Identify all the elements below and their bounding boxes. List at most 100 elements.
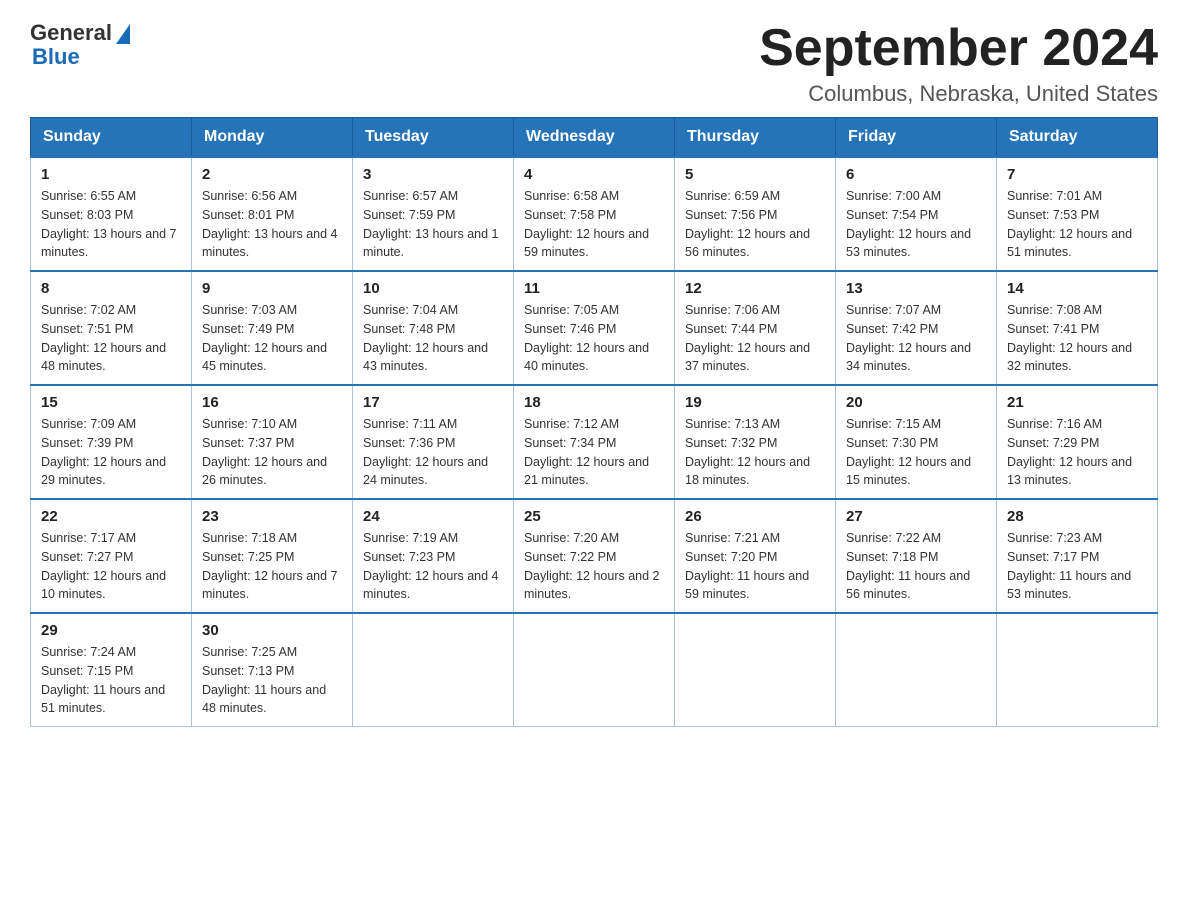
day-number: 24 (363, 508, 503, 525)
day-number: 7 (1007, 166, 1147, 183)
day-info: Sunrise: 7:22 AMSunset: 7:18 PMDaylight:… (846, 529, 986, 604)
day-info: Sunrise: 7:21 AMSunset: 7:20 PMDaylight:… (685, 529, 825, 604)
week-row-1: 1 Sunrise: 6:55 AMSunset: 8:03 PMDaylight… (31, 157, 1158, 271)
day-info: Sunrise: 7:12 AMSunset: 7:34 PMDaylight:… (524, 415, 664, 490)
day-info: Sunrise: 7:00 AMSunset: 7:54 PMDaylight:… (846, 187, 986, 262)
calendar-cell: 22 Sunrise: 7:17 AMSunset: 7:27 PMDayligh… (31, 499, 192, 613)
calendar-cell (514, 613, 675, 727)
day-info: Sunrise: 7:23 AMSunset: 7:17 PMDaylight:… (1007, 529, 1147, 604)
calendar-cell (997, 613, 1158, 727)
day-number: 4 (524, 166, 664, 183)
column-header-saturday: Saturday (997, 118, 1158, 158)
day-info: Sunrise: 7:05 AMSunset: 7:46 PMDaylight:… (524, 301, 664, 376)
day-info: Sunrise: 7:06 AMSunset: 7:44 PMDaylight:… (685, 301, 825, 376)
day-number: 25 (524, 508, 664, 525)
day-number: 15 (41, 394, 181, 411)
calendar-cell: 5Sunrise: 6:59 AMSunset: 7:56 PMDaylight… (675, 157, 836, 271)
logo-blue-text: Blue (30, 44, 80, 70)
day-info: Sunrise: 6:57 AMSunset: 7:59 PMDaylight:… (363, 187, 503, 262)
day-info: Sunrise: 6:58 AMSunset: 7:58 PMDaylight:… (524, 187, 664, 262)
calendar-cell: 28 Sunrise: 7:23 AMSunset: 7:17 PMDayligh… (997, 499, 1158, 613)
calendar-cell (353, 613, 514, 727)
day-number: 19 (685, 394, 825, 411)
day-info: Sunrise: 7:02 AMSunset: 7:51 PMDaylight:… (41, 301, 181, 376)
day-number: 23 (202, 508, 342, 525)
day-info: Sunrise: 7:09 AMSunset: 7:39 PMDaylight:… (41, 415, 181, 490)
day-info: Sunrise: 7:10 AMSunset: 7:37 PMDaylight:… (202, 415, 342, 490)
day-info: Sunrise: 7:07 AMSunset: 7:42 PMDaylight:… (846, 301, 986, 376)
day-number: 18 (524, 394, 664, 411)
day-number: 6 (846, 166, 986, 183)
day-number: 8 (41, 280, 181, 297)
column-header-thursday: Thursday (675, 118, 836, 158)
day-number: 22 (41, 508, 181, 525)
calendar-cell (836, 613, 997, 727)
calendar-cell: 17 Sunrise: 7:11 AMSunset: 7:36 PMDayligh… (353, 385, 514, 499)
calendar-cell: 3 Sunrise: 6:57 AMSunset: 7:59 PMDaylight… (353, 157, 514, 271)
calendar-cell: 9 Sunrise: 7:03 AMSunset: 7:49 PMDaylight… (192, 271, 353, 385)
day-info: Sunrise: 7:11 AMSunset: 7:36 PMDaylight:… (363, 415, 503, 490)
day-number: 1 (41, 166, 181, 183)
calendar-cell: 13 Sunrise: 7:07 AMSunset: 7:42 PMDayligh… (836, 271, 997, 385)
day-info: Sunrise: 7:19 AMSunset: 7:23 PMDaylight:… (363, 529, 503, 604)
day-number: 26 (685, 508, 825, 525)
day-number: 3 (363, 166, 503, 183)
calendar-cell: 16 Sunrise: 7:10 AMSunset: 7:37 PMDayligh… (192, 385, 353, 499)
calendar-cell: 18 Sunrise: 7:12 AMSunset: 7:34 PMDayligh… (514, 385, 675, 499)
day-info: Sunrise: 6:56 AMSunset: 8:01 PMDaylight:… (202, 187, 342, 262)
calendar-header-row: SundayMondayTuesdayWednesdayThursdayFrid… (31, 118, 1158, 158)
calendar-cell: 23Sunrise: 7:18 AMSunset: 7:25 PMDayligh… (192, 499, 353, 613)
day-info: Sunrise: 7:16 AMSunset: 7:29 PMDaylight:… (1007, 415, 1147, 490)
calendar-cell: 25 Sunrise: 7:20 AMSunset: 7:22 PMDayligh… (514, 499, 675, 613)
month-title: September 2024 (759, 20, 1158, 77)
day-number: 17 (363, 394, 503, 411)
calendar-cell: 6 Sunrise: 7:00 AMSunset: 7:54 PMDaylight… (836, 157, 997, 271)
day-number: 9 (202, 280, 342, 297)
calendar-cell: 12 Sunrise: 7:06 AMSunset: 7:44 PMDayligh… (675, 271, 836, 385)
day-number: 21 (1007, 394, 1147, 411)
calendar-cell: 1 Sunrise: 6:55 AMSunset: 8:03 PMDaylight… (31, 157, 192, 271)
calendar-cell (675, 613, 836, 727)
day-number: 16 (202, 394, 342, 411)
day-number: 20 (846, 394, 986, 411)
day-number: 12 (685, 280, 825, 297)
calendar-cell: 8 Sunrise: 7:02 AMSunset: 7:51 PMDaylight… (31, 271, 192, 385)
location-text: Columbus, Nebraska, United States (759, 81, 1158, 107)
day-number: 13 (846, 280, 986, 297)
calendar-cell: 26 Sunrise: 7:21 AMSunset: 7:20 PMDayligh… (675, 499, 836, 613)
logo-general-text: General (30, 20, 112, 46)
day-info: Sunrise: 7:01 AMSunset: 7:53 PMDaylight:… (1007, 187, 1147, 262)
calendar-table: SundayMondayTuesdayWednesdayThursdayFrid… (30, 117, 1158, 727)
day-info: Sunrise: 7:17 AMSunset: 7:27 PMDaylight:… (41, 529, 181, 604)
column-header-friday: Friday (836, 118, 997, 158)
calendar-cell: 7 Sunrise: 7:01 AMSunset: 7:53 PMDaylight… (997, 157, 1158, 271)
week-row-3: 15 Sunrise: 7:09 AMSunset: 7:39 PMDayligh… (31, 385, 1158, 499)
calendar-cell: 10Sunrise: 7:04 AMSunset: 7:48 PMDayligh… (353, 271, 514, 385)
day-info: Sunrise: 7:03 AMSunset: 7:49 PMDaylight:… (202, 301, 342, 376)
day-info: Sunrise: 6:59 AMSunset: 7:56 PMDaylight:… (685, 187, 825, 262)
day-info: Sunrise: 7:24 AMSunset: 7:15 PMDaylight:… (41, 643, 181, 718)
column-header-wednesday: Wednesday (514, 118, 675, 158)
day-info: Sunrise: 7:25 AMSunset: 7:13 PMDaylight:… (202, 643, 342, 718)
column-header-tuesday: Tuesday (353, 118, 514, 158)
calendar-cell: 15 Sunrise: 7:09 AMSunset: 7:39 PMDayligh… (31, 385, 192, 499)
day-number: 29 (41, 622, 181, 639)
calendar-cell: 4 Sunrise: 6:58 AMSunset: 7:58 PMDaylight… (514, 157, 675, 271)
day-number: 10 (363, 280, 503, 297)
calendar-cell: 11Sunrise: 7:05 AMSunset: 7:46 PMDayligh… (514, 271, 675, 385)
day-number: 14 (1007, 280, 1147, 297)
day-info: Sunrise: 7:20 AMSunset: 7:22 PMDaylight:… (524, 529, 664, 604)
calendar-cell: 20 Sunrise: 7:15 AMSunset: 7:30 PMDayligh… (836, 385, 997, 499)
day-info: Sunrise: 6:55 AMSunset: 8:03 PMDaylight:… (41, 187, 181, 262)
day-number: 28 (1007, 508, 1147, 525)
calendar-cell: 14Sunrise: 7:08 AMSunset: 7:41 PMDayligh… (997, 271, 1158, 385)
calendar-cell: 2 Sunrise: 6:56 AMSunset: 8:01 PMDaylight… (192, 157, 353, 271)
day-number: 2 (202, 166, 342, 183)
title-area: September 2024 Columbus, Nebraska, Unite… (759, 20, 1158, 107)
logo: General Blue (30, 20, 130, 70)
calendar-cell: 30Sunrise: 7:25 AMSunset: 7:13 PMDayligh… (192, 613, 353, 727)
page-header: General Blue September 2024 Columbus, Ne… (30, 20, 1158, 107)
day-info: Sunrise: 7:15 AMSunset: 7:30 PMDaylight:… (846, 415, 986, 490)
calendar-cell: 29 Sunrise: 7:24 AMSunset: 7:15 PMDayligh… (31, 613, 192, 727)
column-header-monday: Monday (192, 118, 353, 158)
